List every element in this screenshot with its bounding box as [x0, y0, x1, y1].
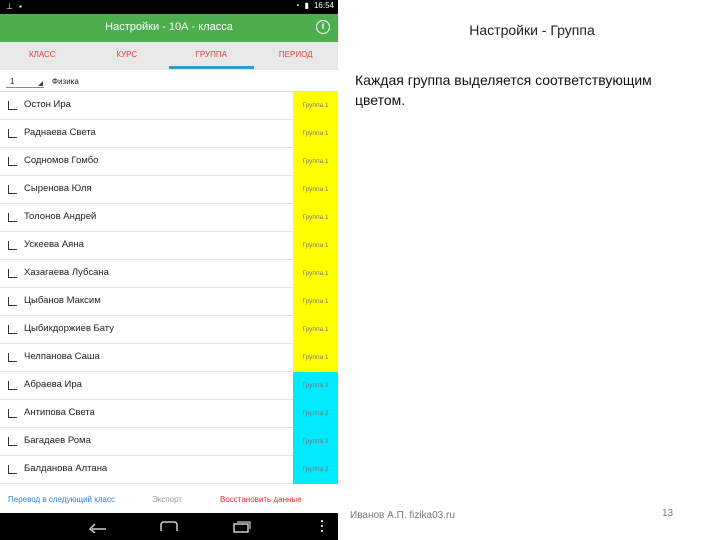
student-row[interactable]: Хазагаева Лубсана Группа 1 — [0, 260, 338, 288]
footer-author: Иванов А.П. fizika03.ru — [350, 510, 455, 521]
status-time: 16:54 — [313, 1, 334, 10]
student-name: Абраева Ира — [24, 379, 82, 390]
bottom-actions: Перевод в следующий класс Экспорт Восста… — [0, 487, 338, 513]
student-name: Толонов Андрей — [24, 211, 97, 222]
student-row[interactable]: Раднаева Света Группа 1 — [0, 120, 338, 148]
student-name: Ускеева Аяна — [24, 239, 84, 250]
back-icon[interactable] — [86, 519, 108, 533]
group-badge[interactable]: Группа 1 — [293, 92, 338, 120]
recent-apps-icon[interactable] — [230, 519, 252, 533]
student-row[interactable]: Остон Ира Группа 1 — [0, 92, 338, 120]
student-name: Балданова Алтана — [24, 463, 108, 474]
menu-icon[interactable] — [318, 519, 328, 533]
group-badge[interactable]: Группа 1 — [293, 344, 338, 372]
tab-period[interactable]: ПЕРИОД — [254, 42, 339, 70]
home-icon[interactable] — [158, 519, 180, 533]
row-checkbox[interactable] — [8, 465, 17, 474]
row-checkbox[interactable] — [8, 297, 17, 306]
student-row[interactable]: Антипова Света Группа 2 — [0, 400, 338, 428]
page-number: 13 — [662, 508, 674, 519]
promote-class-button[interactable]: Перевод в следующий класс — [8, 495, 115, 504]
filter-row: 1 Физика — [0, 70, 338, 92]
export-button[interactable]: Экспорт — [152, 495, 182, 504]
tab-class[interactable]: КЛАСС — [0, 42, 85, 70]
row-checkbox[interactable] — [8, 381, 17, 390]
battery-icon: ▮ — [304, 1, 309, 10]
row-checkbox[interactable] — [8, 353, 17, 362]
group-badge[interactable]: Группа 1 — [293, 120, 338, 148]
app-title: Настройки - 10А - класса — [105, 21, 233, 33]
tab-bar: КЛАСС КУРС ГРУППА ПЕРИОД — [0, 42, 338, 70]
row-checkbox[interactable] — [8, 101, 17, 110]
app-bar: Настройки - 10А - класса i — [0, 14, 338, 42]
row-checkbox[interactable] — [8, 269, 17, 278]
student-row[interactable]: Цыбикдоржиев Бату Группа 1 — [0, 316, 338, 344]
group-badge[interactable]: Группа 2 — [293, 456, 338, 484]
select-underline — [6, 87, 44, 88]
row-checkbox[interactable] — [8, 437, 17, 446]
info-icon[interactable]: i — [316, 20, 330, 34]
student-name: Раднаева Света — [24, 127, 96, 138]
group-badge[interactable]: Группа 2 — [293, 372, 338, 400]
tab-group[interactable]: ГРУППА — [169, 42, 254, 70]
group-badge[interactable]: Группа 1 — [293, 176, 338, 204]
usb-icon: ⊥ — [6, 2, 13, 11]
status-bar: ⊥ ▪ ◔ ▮ 16:54 — [0, 0, 338, 14]
slide-title: Настройки - Группа — [469, 22, 595, 38]
dropdown-caret-icon[interactable] — [38, 81, 43, 86]
notification-icon: ▪ — [18, 2, 22, 11]
group-badge[interactable]: Группа 1 — [293, 148, 338, 176]
phone-screenshot: ⊥ ▪ ◔ ▮ 16:54 Настройки - 10А - класса i… — [0, 0, 338, 540]
student-name: Содномов Гомбо — [24, 155, 99, 166]
row-checkbox[interactable] — [8, 157, 17, 166]
student-row[interactable]: Челпанова Саша Группа 1 — [0, 344, 338, 372]
group-badge[interactable]: Группа 1 — [293, 232, 338, 260]
student-row[interactable]: Содномов Гомбо Группа 1 — [0, 148, 338, 176]
student-name: Остон Ира — [24, 99, 71, 110]
student-name: Хазагаева Лубсана — [24, 267, 109, 278]
student-row[interactable]: Сыренова Юля Группа 1 — [0, 176, 338, 204]
group-badge[interactable]: Группа 1 — [293, 260, 338, 288]
group-badge[interactable]: Группа 2 — [293, 400, 338, 428]
student-row[interactable]: Ускеева Аяна Группа 1 — [0, 232, 338, 260]
row-checkbox[interactable] — [8, 185, 17, 194]
student-name: Сыренова Юля — [24, 183, 92, 194]
tab-course[interactable]: КУРС — [85, 42, 170, 70]
student-row[interactable]: Абраева Ира Группа 2 — [0, 372, 338, 400]
student-name: Цыбикдоржиев Бату — [24, 323, 115, 334]
group-badge[interactable]: Группа 2 — [293, 428, 338, 456]
subject-label: Физика — [52, 77, 79, 86]
row-checkbox[interactable] — [8, 129, 17, 138]
student-name: Цыбанов Максим — [24, 295, 101, 306]
student-row[interactable]: Балданова Алтана Группа 2 — [0, 456, 338, 484]
row-checkbox[interactable] — [8, 325, 17, 334]
restore-data-button[interactable]: Восстановить данные — [220, 495, 302, 504]
android-nav-bar — [0, 513, 338, 540]
group-badge[interactable]: Группа 1 — [293, 288, 338, 316]
group-badge[interactable]: Группа 1 — [293, 204, 338, 232]
student-name: Челпанова Саша — [24, 351, 100, 362]
student-name: Багадаев Рома — [24, 435, 91, 446]
slide-body: Каждая группа выделяется соответствующим… — [355, 72, 652, 108]
student-list: Остон Ира Группа 1 Раднаева Света Группа 1С… — [0, 92, 338, 484]
row-checkbox[interactable] — [8, 241, 17, 250]
row-checkbox[interactable] — [8, 409, 17, 418]
row-checkbox[interactable] — [8, 213, 17, 222]
wifi-icon: ◔ — [294, 1, 300, 10]
student-row[interactable]: Толонов Андрей Группа 1 — [0, 204, 338, 232]
group-number-select[interactable]: 1 — [10, 77, 14, 86]
student-row[interactable]: Багадаев Рома Группа 2 — [0, 428, 338, 456]
student-row[interactable]: Цыбанов Максим Группа 1 — [0, 288, 338, 316]
group-badge[interactable]: Группа 1 — [293, 316, 338, 344]
student-name: Антипова Света — [24, 407, 95, 418]
